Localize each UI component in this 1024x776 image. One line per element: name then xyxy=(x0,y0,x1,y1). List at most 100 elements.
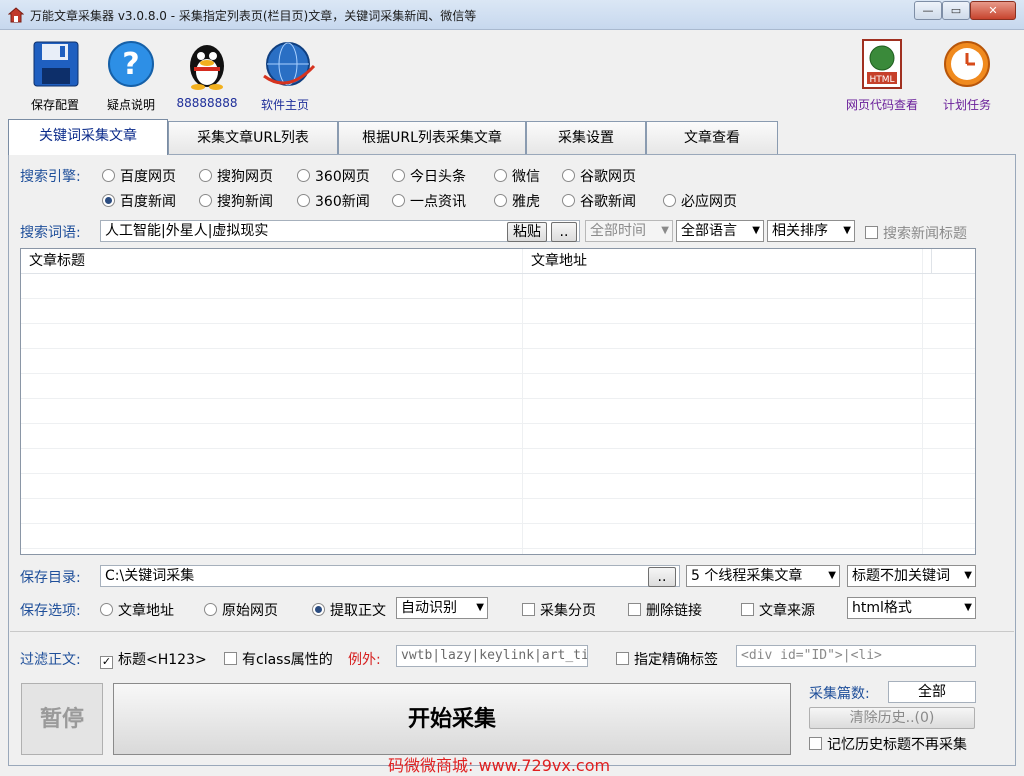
checkbox-exact-tag[interactable]: 指定精确标签 xyxy=(616,649,718,669)
radio-save-raw[interactable]: 原始网页 xyxy=(204,600,278,620)
radio-google-news[interactable]: 谷歌新闻 xyxy=(562,191,636,211)
close-button[interactable]: ✕ xyxy=(970,1,1016,20)
radio-dot-selected xyxy=(102,194,115,207)
html-view-button[interactable]: HTML 网页代码查看 xyxy=(840,36,924,113)
row-divider xyxy=(21,373,975,374)
time-select[interactable]: 全部时间 ▼ xyxy=(585,220,673,242)
tab-url-list[interactable]: 采集文章URL列表 xyxy=(168,121,338,154)
radio-dot xyxy=(494,169,507,182)
schedule-label: 计划任务 xyxy=(942,98,991,112)
radio-dot xyxy=(199,194,212,207)
save-options-label: 保存选项: xyxy=(20,603,81,619)
qq-number-label: 88888888 xyxy=(176,96,238,110)
check-icon: ✓ xyxy=(100,655,113,669)
radio-save-url[interactable]: 文章地址 xyxy=(100,600,174,620)
save-config-button[interactable]: 保存配置 xyxy=(24,36,86,113)
checkbox-box xyxy=(741,603,754,616)
checkbox-box xyxy=(522,603,535,616)
radio-google-web[interactable]: 谷歌网页 xyxy=(562,166,636,186)
checkbox-class-attr[interactable]: 有class属性的 xyxy=(224,649,333,669)
row-divider xyxy=(21,423,975,424)
checkbox-box xyxy=(809,737,822,750)
pause-button[interactable]: 暂停 xyxy=(21,683,103,755)
save-dir-label: 保存目录: xyxy=(20,570,81,586)
radio-sogou-web[interactable]: 搜狗网页 xyxy=(199,166,273,186)
checkbox-paging[interactable]: 采集分页 xyxy=(522,600,596,620)
row-divider xyxy=(21,298,975,299)
minimize-button[interactable]: — xyxy=(914,1,942,20)
radio-dot-selected xyxy=(312,603,325,616)
row-divider xyxy=(21,273,975,274)
column-divider xyxy=(522,249,523,554)
title-keyword-select[interactable]: 标题不加关键词 ▼ xyxy=(847,565,976,587)
app-icon xyxy=(7,7,25,23)
format-select[interactable]: html格式 ▼ xyxy=(847,597,976,619)
paste-button[interactable]: 粘贴 xyxy=(507,222,547,242)
row-divider xyxy=(21,523,975,524)
tab-settings[interactable]: 采集设置 xyxy=(526,121,646,154)
chevron-down-icon: ▼ xyxy=(828,570,836,581)
save-dir-input[interactable]: C:\关键词采集 xyxy=(100,565,680,587)
tab-collect-by-url[interactable]: 根据URL列表采集文章 xyxy=(338,121,526,154)
radio-toutiao[interactable]: 今日头条 xyxy=(392,166,466,186)
checkbox-remember-history[interactable]: 记忆历史标题不再采集 xyxy=(809,734,967,754)
radio-yahoo[interactable]: 雅虎 xyxy=(494,191,540,211)
chevron-down-icon: ▼ xyxy=(843,225,851,236)
svg-text:?: ? xyxy=(122,47,139,82)
clear-history-button[interactable]: 清除历史..(0) xyxy=(809,707,975,729)
row-divider xyxy=(21,548,975,549)
checkbox-title-h123[interactable]: ✓ 标题<H123> xyxy=(100,649,207,669)
radio-360-news[interactable]: 360新闻 xyxy=(297,191,370,211)
help-button[interactable]: ? 疑点说明 xyxy=(100,36,162,113)
qq-button[interactable]: 88888888 xyxy=(176,36,238,110)
except-input[interactable]: vwtb|lazy|keylink|art_ti xyxy=(396,645,588,667)
checkbox-article-source[interactable]: 文章来源 xyxy=(741,600,815,620)
html-view-label: 网页代码查看 xyxy=(845,98,918,112)
column-divider xyxy=(922,249,923,554)
threads-select[interactable]: 5 个线程采集文章 ▼ xyxy=(686,565,840,587)
html-file-icon: HTML xyxy=(855,36,909,92)
radio-extract-body[interactable]: 提取正文 xyxy=(312,600,386,620)
count-label: 采集篇数: xyxy=(809,686,870,702)
watermark-text: 码微微商城: www.729vx.com xyxy=(388,756,611,775)
radio-dot xyxy=(297,194,310,207)
language-select[interactable]: 全部语言 ▼ xyxy=(676,220,764,242)
radio-baidu-news[interactable]: 百度新闻 xyxy=(102,191,176,211)
keywords-more-button[interactable]: .. xyxy=(551,222,577,242)
filter-label: 过滤正文: xyxy=(20,652,81,668)
homepage-button[interactable]: 软件主页 xyxy=(252,36,318,113)
results-table[interactable]: 文章标题 文章地址 xyxy=(20,248,976,555)
row-divider xyxy=(21,323,975,324)
radio-sogou-news[interactable]: 搜狗新闻 xyxy=(199,191,273,211)
radio-baidu-web[interactable]: 百度网页 xyxy=(102,166,176,186)
svg-text:HTML: HTML xyxy=(869,75,894,85)
schedule-button[interactable]: 计划任务 xyxy=(936,36,998,113)
news-title-checkbox[interactable]: 搜索新闻标题 xyxy=(865,223,967,243)
column-header-title[interactable]: 文章标题 xyxy=(21,249,532,273)
checkbox-remove-links[interactable]: 删除链接 xyxy=(628,600,702,620)
checkbox-box xyxy=(616,652,629,665)
radio-bing-web[interactable]: 必应网页 xyxy=(663,191,737,211)
radio-dot xyxy=(102,169,115,182)
radio-dot xyxy=(199,169,212,182)
start-collect-button[interactable]: 开始采集 xyxy=(113,683,791,755)
radio-dot xyxy=(663,194,676,207)
sort-select[interactable]: 相关排序 ▼ xyxy=(767,220,855,242)
save-config-label: 保存配置 xyxy=(30,98,79,112)
tab-article-view[interactable]: 文章查看 xyxy=(646,121,778,154)
detect-select[interactable]: 自动识别 ▼ xyxy=(396,597,488,619)
tab-keyword-collect[interactable]: 关键词采集文章 xyxy=(8,119,168,155)
browse-dir-button[interactable]: .. xyxy=(648,567,676,587)
checkbox-box xyxy=(628,603,641,616)
row-divider xyxy=(21,498,975,499)
exact-tag-input[interactable]: <div id="ID">|<li> xyxy=(736,645,976,667)
radio-360-web[interactable]: 360网页 xyxy=(297,166,370,186)
radio-dot xyxy=(204,603,217,616)
count-input[interactable]: 全部 xyxy=(888,681,976,703)
radio-yidian[interactable]: 一点资讯 xyxy=(392,191,466,211)
radio-weixin[interactable]: 微信 xyxy=(494,166,540,186)
help-question-icon: ? xyxy=(104,36,158,92)
maximize-button[interactable]: ▭ xyxy=(942,1,970,20)
radio-dot xyxy=(297,169,310,182)
column-header-url[interactable]: 文章地址 xyxy=(523,249,932,273)
